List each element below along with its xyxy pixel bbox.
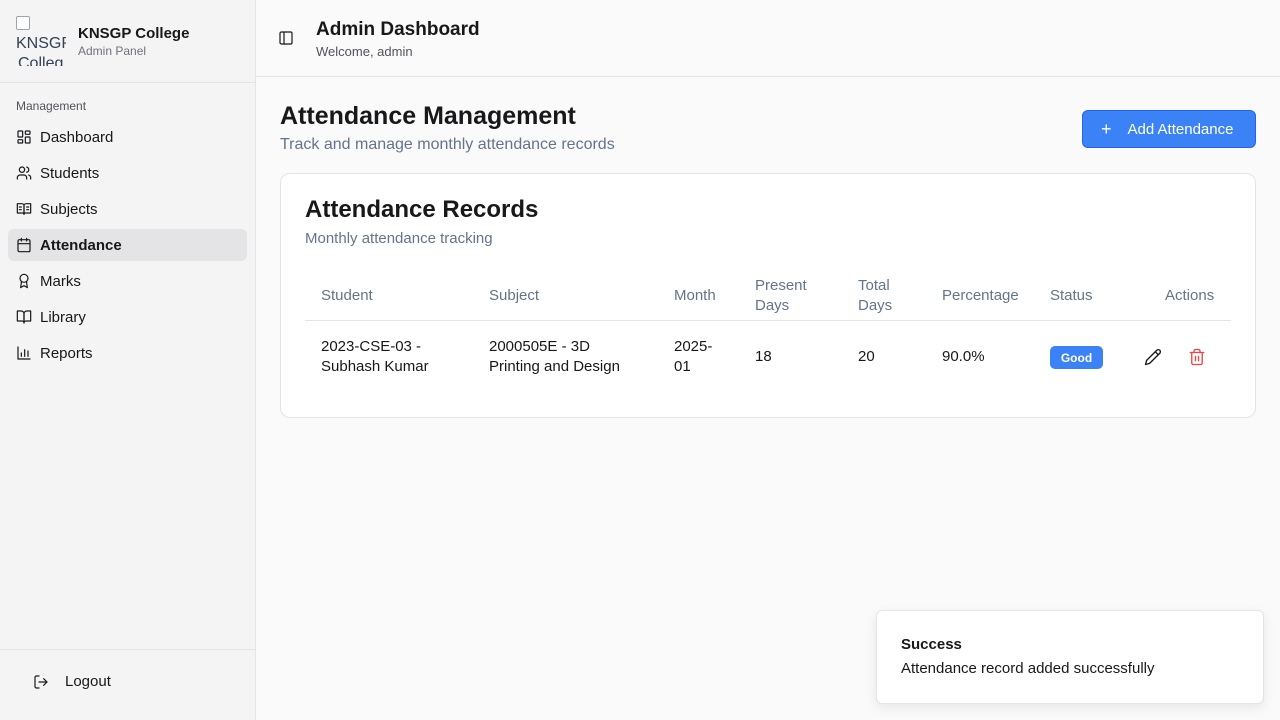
column-header-present-line1: Present [755, 277, 807, 294]
sidebar-item-subjects[interactable]: Subjects [8, 193, 247, 225]
sidebar-item-label: Dashboard [40, 128, 114, 146]
toast-title: Success [901, 636, 962, 653]
logout-button[interactable]: Logout [33, 673, 111, 690]
success-toast: Success Attendance record added successf… [876, 610, 1264, 704]
header-title: Admin Dashboard [316, 19, 480, 40]
cell-percentage: 90.0% [942, 348, 985, 365]
table-divider [305, 320, 1231, 321]
sidebar-item-students[interactable]: Students [8, 157, 247, 189]
column-header-percentage: Percentage [942, 287, 1019, 304]
top-header: Admin Dashboard Welcome, admin [256, 0, 1280, 77]
cell-month-line1: 2025- [674, 338, 713, 355]
users-icon [16, 166, 32, 180]
cell-student-line1: 2023-CSE-03 - [321, 338, 422, 355]
cell-subject-line2: Printing and Design [489, 358, 620, 375]
add-attendance-label: Add Attendance [1127, 120, 1234, 138]
brand-subtitle: Admin Panel [78, 43, 147, 58]
column-header-student: Student [321, 287, 373, 304]
cell-subject: 2000505E - 3D Printing and Design [489, 337, 620, 377]
cell-subject-line1: 2000505E - 3D [489, 338, 590, 355]
column-header-total-days: Total Days [858, 276, 892, 316]
cell-present-days: 18 [755, 348, 772, 365]
broken-image-icon [16, 16, 30, 30]
cell-total-days: 20 [858, 348, 875, 365]
column-header-present-line2: Days [755, 297, 790, 314]
sidebar-toggle-button[interactable] [278, 30, 294, 46]
page-subtitle: Track and manage monthly attendance reco… [280, 136, 615, 153]
logo-alt-text-2: Colleg [18, 55, 64, 66]
delete-button[interactable] [1188, 348, 1206, 366]
header-subtitle: Welcome, admin [316, 44, 413, 59]
bar-chart-icon [17, 346, 31, 360]
plus-icon: + [1101, 119, 1112, 139]
column-header-subject: Subject [489, 287, 540, 304]
pencil-icon [1144, 349, 1161, 366]
cell-month: 2025- 01 [674, 337, 712, 377]
dashboard-icon [17, 130, 31, 144]
cell-student-line2: Subhash Kumar [321, 358, 429, 375]
sidebar-item-label: Students [40, 164, 100, 182]
award-icon [19, 273, 29, 289]
column-header-status: Status [1050, 287, 1093, 304]
sidebar-group-label: Management [16, 99, 87, 113]
sidebar: KNSGP Colleg KNSGP College Admin Panel M… [0, 0, 256, 720]
column-header-present-days: Present Days [755, 276, 807, 316]
trash-icon [1189, 348, 1205, 366]
logo-alt-text: KNSGP [16, 35, 66, 52]
status-badge: Good [1050, 346, 1103, 369]
sidebar-item-library[interactable]: Library [8, 301, 247, 333]
book-open-icon [16, 203, 32, 215]
sidebar-item-reports[interactable]: Reports [8, 337, 247, 369]
card-title: Attendance Records [305, 196, 539, 223]
sidebar-nav: Dashboard Students Subjects Attendance M… [8, 121, 247, 373]
sidebar-item-label: Reports [40, 344, 93, 362]
cell-month-line2: 01 [674, 358, 691, 375]
sidebar-item-dashboard[interactable]: Dashboard [8, 121, 247, 153]
sidebar-item-label: Library [40, 308, 86, 326]
sidebar-item-label: Subjects [40, 200, 98, 218]
panel-left-icon [279, 31, 293, 45]
brand-title: KNSGP College [78, 24, 190, 42]
edit-button[interactable] [1144, 348, 1162, 366]
logout-icon [34, 674, 48, 689]
column-header-actions: Actions [1165, 287, 1215, 304]
sidebar-item-label: Marks [40, 272, 81, 290]
sidebar-footer: Logout [0, 649, 255, 720]
sidebar-item-marks[interactable]: Marks [8, 265, 247, 297]
college-logo: KNSGP Colleg [16, 16, 66, 66]
add-attendance-button[interactable]: + Add Attendance [1082, 110, 1256, 148]
column-header-month: Month [674, 287, 716, 304]
attendance-records-card: Attendance Records Monthly attendance tr… [280, 173, 1256, 418]
sidebar-item-label: Attendance [40, 236, 122, 254]
page-title: Attendance Management [280, 102, 576, 130]
sidebar-item-attendance[interactable]: Attendance [8, 229, 247, 261]
card-subtitle: Monthly attendance tracking [305, 230, 493, 247]
logout-label: Logout [65, 673, 111, 690]
calendar-icon [17, 237, 31, 253]
toast-message: Attendance record added successfully [901, 660, 1155, 677]
column-header-total-line2: Days [858, 297, 893, 314]
cell-student: 2023-CSE-03 - Subhash Kumar [321, 337, 429, 377]
column-header-total-line1: Total [858, 277, 890, 294]
library-book-icon [16, 310, 32, 324]
brand: KNSGP Colleg KNSGP College Admin Panel [0, 0, 255, 83]
